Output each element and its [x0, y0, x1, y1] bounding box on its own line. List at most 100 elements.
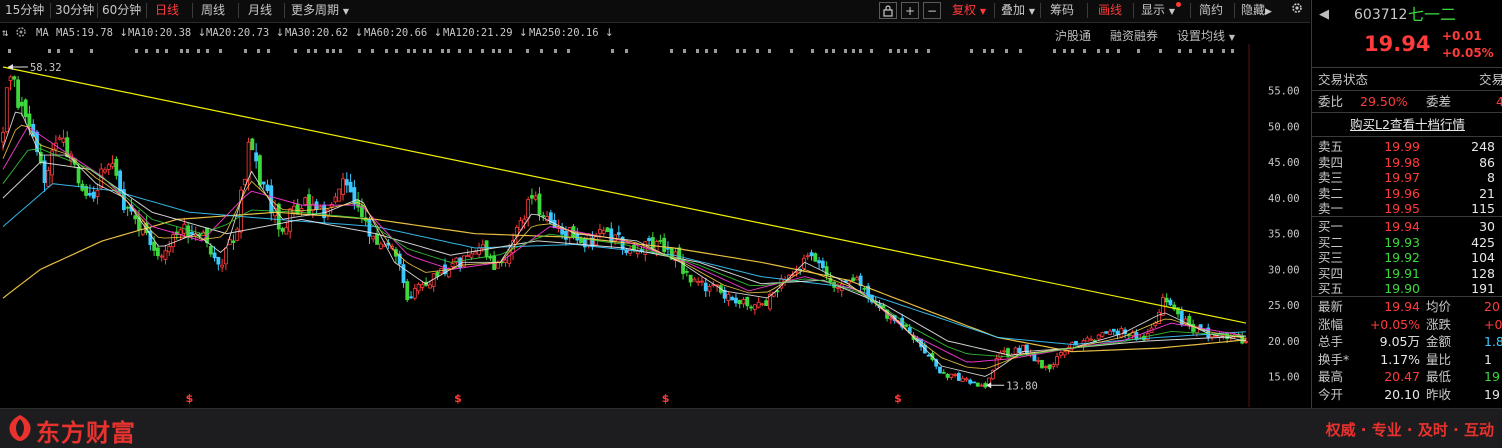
news-marker[interactable] [413, 49, 416, 53]
news-marker[interactable] [683, 49, 686, 53]
buy-order-row[interactable]: 买四 19.91 128 [1312, 265, 1502, 282]
news-marker[interactable] [852, 49, 855, 53]
news-marker[interactable] [219, 49, 222, 53]
simple-mode-button[interactable]: 简约 [1196, 2, 1226, 19]
news-marker[interactable] [156, 49, 159, 53]
period-30min-button[interactable]: 30分钟 [52, 2, 97, 19]
news-marker[interactable] [567, 49, 570, 53]
display-button[interactable]: 显示 ▼ [1138, 2, 1184, 19]
dividend-marker[interactable]: $ [662, 392, 670, 405]
news-marker[interactable] [1159, 49, 1162, 53]
news-marker[interactable] [206, 49, 209, 53]
news-marker[interactable] [481, 49, 484, 53]
news-marker[interactable] [57, 49, 60, 53]
news-marker[interactable] [1063, 49, 1066, 53]
news-marker[interactable] [358, 49, 361, 53]
news-marker[interactable] [145, 49, 148, 53]
news-marker[interactable] [897, 49, 900, 53]
draw-line-button[interactable]: 画线 [1095, 2, 1125, 19]
sell-order-row[interactable]: 卖二 19.96 21 [1312, 185, 1502, 202]
news-marker[interactable] [423, 49, 426, 53]
news-marker[interactable] [1097, 49, 1100, 53]
news-marker[interactable] [832, 49, 835, 53]
settings-gear-icon[interactable] [1287, 1, 1307, 18]
buy-order-row[interactable]: 买二 19.93 425 [1312, 234, 1502, 251]
news-marker[interactable] [1005, 49, 1008, 53]
news-marker[interactable] [811, 49, 814, 53]
news-marker[interactable] [1222, 49, 1225, 53]
buy-l2-link[interactable]: 购买L2查看十档行情 [1350, 117, 1465, 132]
back-icon[interactable]: ◀ [1319, 5, 1329, 25]
sell-order-row[interactable]: 卖一 19.95 115 [1312, 200, 1502, 217]
news-marker[interactable] [294, 49, 297, 53]
hugutong-button[interactable]: 沪股通 [1055, 27, 1091, 44]
news-marker[interactable] [135, 49, 138, 53]
news-marker[interactable] [307, 49, 310, 53]
news-marker[interactable] [186, 49, 189, 53]
candlestick-chart[interactable]: 55.00 50.00 45.00 40.00 35.00 30.00 25.00 20.00… [0, 44, 1310, 407]
period-60min-button[interactable]: 60分钟 [99, 2, 144, 19]
sell-order-row[interactable]: 卖三 19.97 8 [1312, 169, 1502, 186]
news-marker[interactable] [970, 49, 973, 53]
news-marker[interactable] [70, 49, 73, 53]
more-periods-button[interactable]: 更多周期 ▼ [288, 2, 352, 19]
news-marker[interactable] [458, 49, 461, 53]
news-marker[interactable] [768, 49, 771, 53]
news-marker[interactable] [326, 49, 329, 53]
hide-button[interactable]: 隐藏▶ [1238, 2, 1275, 19]
news-marker[interactable] [540, 49, 543, 53]
zoom-in-button[interactable]: + [901, 2, 919, 19]
news-marker[interactable] [1189, 49, 1192, 53]
settings-gear-icon[interactable] [14, 25, 28, 42]
period-daily-button[interactable]: 日线 [152, 2, 182, 19]
news-marker[interactable] [859, 49, 862, 53]
period-15min-button[interactable]: 15分钟 [2, 2, 47, 19]
news-marker[interactable] [180, 49, 183, 53]
news-marker[interactable] [395, 49, 398, 53]
sell-order-row[interactable]: 卖五 19.99 248 [1312, 138, 1502, 155]
news-marker[interactable] [244, 49, 247, 53]
news-marker[interactable] [1137, 49, 1140, 53]
buy-order-row[interactable]: 买三 19.92 104 [1312, 249, 1502, 266]
news-marker[interactable] [991, 49, 994, 53]
news-marker[interactable] [492, 49, 495, 53]
news-marker[interactable] [469, 49, 472, 53]
news-marker[interactable] [48, 49, 51, 53]
news-marker[interactable] [743, 49, 746, 53]
news-marker[interactable] [1053, 49, 1056, 53]
news-marker[interactable] [509, 49, 512, 53]
sell-order-row[interactable]: 卖四 19.98 86 [1312, 154, 1502, 171]
news-marker[interactable] [90, 49, 93, 53]
period-weekly-button[interactable]: 周线 [198, 2, 228, 19]
news-marker[interactable] [1106, 49, 1109, 53]
news-marker[interactable] [705, 49, 708, 53]
news-marker[interactable] [257, 49, 260, 53]
news-marker[interactable] [554, 49, 557, 53]
news-marker[interactable] [1019, 49, 1022, 53]
dividend-marker[interactable]: $ [454, 392, 462, 405]
margin-trading-button[interactable]: 融资融券 [1110, 27, 1158, 44]
news-marker[interactable] [889, 49, 892, 53]
news-marker[interactable] [756, 49, 759, 53]
news-marker[interactable] [904, 49, 907, 53]
news-marker[interactable] [407, 49, 410, 53]
news-marker[interactable] [1071, 49, 1074, 53]
news-marker[interactable] [339, 49, 342, 53]
news-marker[interactable] [385, 49, 388, 53]
news-marker[interactable] [429, 49, 432, 53]
news-marker[interactable] [736, 49, 739, 53]
news-marker[interactable] [1083, 49, 1086, 53]
news-marker[interactable] [1231, 49, 1234, 53]
buy-order-row[interactable]: 买五 19.90 191 [1312, 280, 1502, 297]
news-marker[interactable] [825, 49, 828, 53]
news-marker[interactable] [844, 49, 847, 53]
news-marker[interactable] [696, 49, 699, 53]
news-marker[interactable] [611, 49, 614, 53]
news-marker[interactable] [1203, 49, 1206, 53]
news-marker[interactable] [1117, 49, 1120, 53]
news-marker[interactable] [197, 49, 200, 53]
news-marker[interactable] [332, 49, 335, 53]
period-monthly-button[interactable]: 月线 [245, 2, 275, 19]
news-marker[interactable] [983, 49, 986, 53]
news-marker[interactable] [441, 49, 444, 53]
